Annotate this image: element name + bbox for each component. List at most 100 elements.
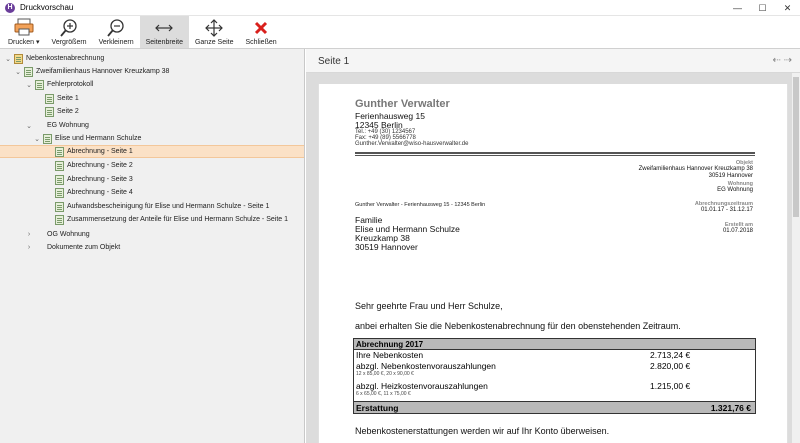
table-row: abzgl. Nebenkostenvorauszahlungen 2.820,…: [354, 361, 755, 371]
object-line2: 30519 Hannover: [708, 173, 753, 179]
tree-item-root[interactable]: ⌄ Nebenkostenabrechnung: [4, 52, 104, 65]
tree-item-label: OG Wohnung: [47, 231, 90, 238]
table-row: Ihre Nebenkosten 2.713,24 €: [354, 350, 755, 361]
object-line1: Zweifamilienhaus Hannover Kreuzkamp 38: [638, 166, 753, 172]
chevron-down-icon[interactable]: ⌄: [14, 68, 22, 76]
page-title: Seite 1: [318, 56, 350, 67]
chevron-right-icon[interactable]: ›: [25, 244, 33, 251]
tree-item-label: EG Wohnung: [47, 122, 89, 129]
print-label: Drucken: [8, 39, 35, 46]
row-label: abzgl. Heizkostenvorauszahlungen: [356, 381, 488, 391]
zoom-out-button[interactable]: Verkleinern: [93, 16, 140, 48]
tree-item-label: Nebenkostenabrechnung: [26, 55, 105, 62]
tree-item-page[interactable]: Seite 2: [43, 105, 79, 118]
return-address: Gunther Verwalter - Ferienhausweg 15 - 1…: [355, 202, 486, 208]
minimize-button[interactable]: —: [725, 0, 750, 16]
folder-icon: [14, 53, 23, 64]
tree-item-unit-og[interactable]: › OG Wohnung: [25, 228, 90, 241]
tree-item-label: Abrechnung - Seite 3: [67, 176, 133, 183]
page-width-label: Seitenbreite: [145, 39, 183, 46]
tree-item-page[interactable]: Abrechnung - Seite 4: [53, 186, 133, 199]
period-value: 01.01.17 - 31.12.17: [700, 207, 753, 213]
page-icon: [55, 160, 64, 171]
tree-item-page[interactable]: Seite 1: [43, 92, 79, 105]
maximize-button[interactable]: ☐: [750, 0, 775, 16]
tree-item-page[interactable]: Aufwandsbescheinigung für Elise und Herm…: [53, 200, 269, 213]
zoom-out-label: Verkleinern: [98, 39, 134, 46]
tree-item-unit-eg[interactable]: ⌄ EG Wohnung: [25, 119, 89, 132]
tree-item-label: Zweifamilienhaus Hannover Kreuzkamp 38: [36, 68, 170, 75]
tree-item-label: Dokumente zum Objekt: [47, 244, 121, 251]
toolbar: Drucken ▾ Vergrößern Verkleinern Seitenb…: [0, 16, 800, 49]
table-total: Erstattung 1.321,76 €: [354, 401, 755, 413]
row-detail: 12 x 85,00 €, 20 x 90,00 €: [356, 371, 414, 377]
page-navigation: ⇠ ⇢: [772, 55, 792, 66]
chevron-down-icon[interactable]: ⌄: [33, 135, 41, 143]
tree-item-label: Fehlerprotokoll: [47, 81, 94, 88]
tree-item-documents[interactable]: › Dokumente zum Objekt: [25, 241, 120, 254]
chevron-down-icon[interactable]: ⌄: [25, 81, 33, 89]
intro-text: anbei erhalten Sie die Nebenkostenabrech…: [355, 321, 681, 331]
scrollbar-thumb[interactable]: [793, 77, 799, 217]
tree-item-label: Seite 1: [57, 95, 79, 102]
close-label: Schließen: [245, 39, 277, 46]
header-divider: [355, 152, 755, 154]
tree-item-label: Seite 2: [57, 108, 79, 115]
document-tree: ⌄ Nebenkostenabrechnung ⌄ Zweifamilienha…: [0, 49, 305, 443]
tree-item-tenant[interactable]: ⌄ Elise und Hermann Schulze: [33, 132, 141, 145]
preview-pane: Seite 1 ⇠ ⇢ Gunther Verwalter Ferienhaus…: [306, 49, 800, 443]
total-label: Erstattung: [356, 403, 399, 413]
close-icon: [250, 18, 272, 38]
whole-page-label: Ganze Seite: [194, 39, 234, 46]
sender-email: Gunther.Verwalter@wiso-hausverwalter.de: [355, 141, 469, 147]
tree-item-label: Abrechnung - Seite 4: [67, 189, 133, 196]
salutation: Sehr geehrte Frau und Herr Schulze,: [355, 301, 503, 311]
created-value: 01.07.2018: [722, 228, 753, 234]
chevron-down-icon[interactable]: ▾: [36, 39, 40, 46]
arrow-back-icon[interactable]: ⇠: [772, 55, 780, 66]
document-icon: [35, 79, 44, 90]
sender-name: Gunther Verwalter: [355, 98, 450, 110]
chevron-down-icon[interactable]: ⌄: [25, 122, 33, 130]
printer-icon: [13, 17, 35, 37]
close-preview-button[interactable]: Schließen: [240, 16, 283, 48]
tree-item-page[interactable]: Zusammensetzung der Anteile für Elise un…: [53, 213, 288, 226]
closing-text: Nebenkostenerstattungen werden wir auf I…: [355, 426, 610, 436]
arrow-forward-icon[interactable]: ⇢: [784, 55, 792, 66]
chevron-right-icon[interactable]: ›: [25, 231, 33, 238]
vertical-scrollbar[interactable]: [792, 73, 800, 443]
tree-item-object[interactable]: ⌄ Zweifamilienhaus Hannover Kreuzkamp 38: [14, 65, 169, 78]
total-amount: 1.321,76 €: [710, 403, 751, 413]
zoom-in-icon: [58, 18, 80, 38]
row-amount: 1.215,00 €: [650, 381, 691, 391]
header-divider: [355, 155, 755, 156]
print-button[interactable]: Drucken ▾: [2, 16, 46, 48]
page-icon: [55, 201, 64, 212]
document-page: Gunther Verwalter Ferienhausweg 15 12345…: [318, 84, 788, 443]
tree-item-label: Abrechnung - Seite 2: [67, 162, 133, 169]
window-title: Druckvorschau: [20, 3, 74, 12]
tree-item-page[interactable]: Abrechnung - Seite 3: [53, 173, 133, 186]
billing-table: Abrechnung 2017 Ihre Nebenkosten 2.713,2…: [353, 338, 756, 414]
zoom-in-label: Vergrößern: [51, 39, 87, 46]
document-icon: [24, 66, 33, 77]
chevron-down-icon[interactable]: ⌄: [4, 55, 12, 63]
page-icon: [55, 146, 64, 157]
page-width-button[interactable]: Seitenbreite: [139, 16, 189, 48]
window-controls: — ☐ ✕: [725, 0, 800, 16]
row-amount: 2.820,00 €: [650, 361, 691, 371]
tree-item-error-log[interactable]: ⌄ Fehlerprotokoll: [25, 78, 93, 91]
row-label: Ihre Nebenkosten: [356, 350, 424, 360]
tree-item-page-selected[interactable]: Abrechnung - Seite 1: [0, 145, 304, 158]
tree-item-page[interactable]: Abrechnung - Seite 2: [53, 159, 133, 172]
page-icon: [45, 106, 54, 117]
zoom-in-button[interactable]: Vergrößern: [46, 16, 93, 48]
whole-page-button[interactable]: Ganze Seite: [189, 16, 240, 48]
close-window-button[interactable]: ✕: [775, 0, 800, 16]
page-icon: [55, 214, 64, 225]
title-bar: H Druckvorschau — ☐ ✕: [0, 0, 800, 16]
tree-item-label: Abrechnung - Seite 1: [67, 148, 133, 155]
page-icon: [55, 187, 64, 198]
document-icon: [43, 133, 52, 144]
row-label: abzgl. Nebenkostenvorauszahlungen: [356, 361, 496, 371]
